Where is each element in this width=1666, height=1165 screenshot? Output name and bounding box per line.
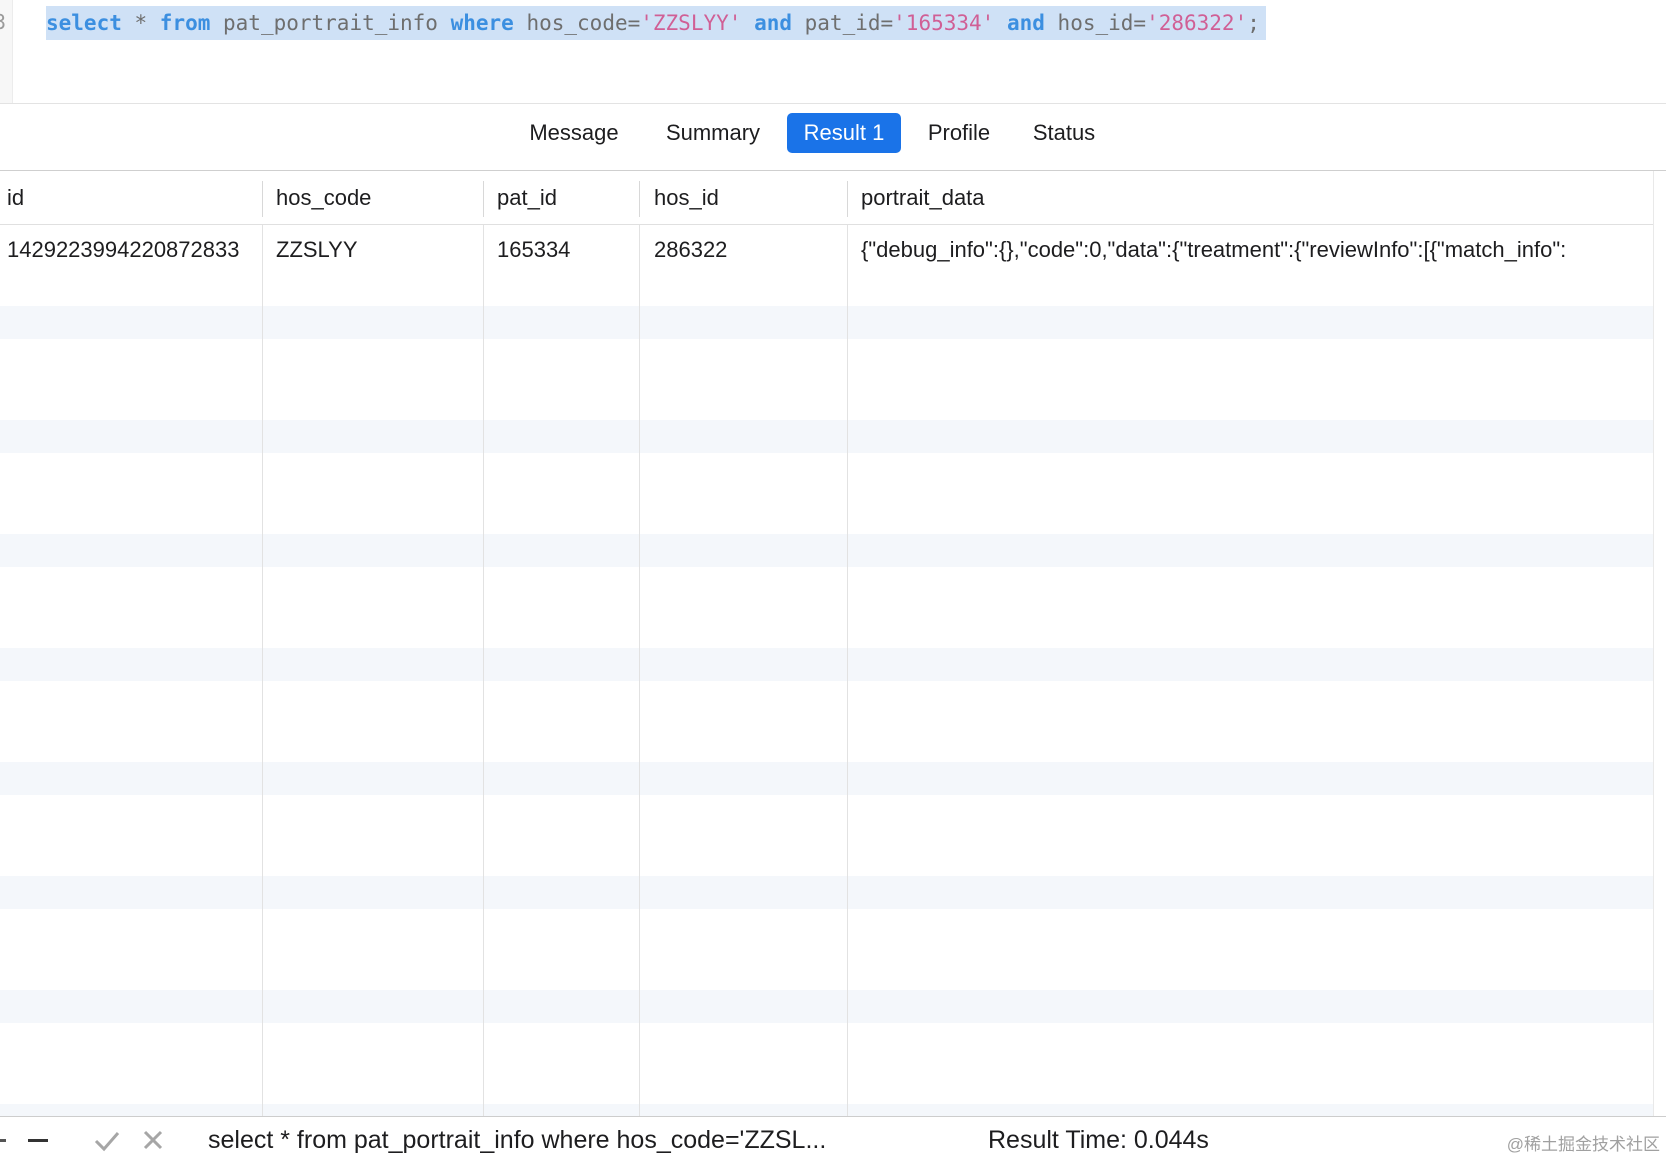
sql-keyword: select bbox=[46, 11, 122, 35]
grid-stripe bbox=[0, 876, 1660, 909]
dash-icon[interactable] bbox=[0, 1123, 8, 1157]
tab-message[interactable]: Message bbox=[518, 113, 630, 153]
grid-stripe bbox=[0, 648, 1660, 681]
column-header-portrait-data[interactable]: portrait_data bbox=[861, 171, 1651, 224]
tab-result-1[interactable]: Result 1 bbox=[787, 113, 901, 153]
grid-stripe bbox=[0, 420, 1660, 453]
result-grid: id hos_code pat_id hos_id portrait_data … bbox=[0, 171, 1660, 1116]
header-divider[interactable] bbox=[483, 181, 484, 217]
sql-string-literal: '286322' bbox=[1146, 11, 1248, 35]
line-number: 3 bbox=[0, 10, 7, 34]
sql-keyword: and bbox=[754, 11, 792, 35]
status-bar: select * from pat_portrait_info where ho… bbox=[0, 1116, 1666, 1163]
sql-token: pat_id= bbox=[792, 11, 894, 35]
column-header-pat-id[interactable]: pat_id bbox=[497, 171, 632, 224]
header-divider[interactable] bbox=[639, 181, 640, 217]
column-header-hos-id[interactable]: hos_id bbox=[654, 171, 839, 224]
result-tabs: Message Summary Result 1 Profile Status bbox=[0, 104, 1666, 171]
cell-hos-code[interactable]: ZZSLYY bbox=[276, 226, 476, 274]
sql-token: * bbox=[121, 11, 160, 35]
result-time: Result Time: 0.044s bbox=[988, 1126, 1209, 1154]
sql-keyword: from bbox=[159, 11, 211, 35]
minus-icon[interactable] bbox=[28, 1123, 50, 1157]
sql-string-literal: 'ZZSLYY' bbox=[640, 11, 742, 35]
watermark: @稀土掘金技术社区 bbox=[1506, 1135, 1660, 1154]
grid-stripe bbox=[0, 1104, 1660, 1116]
grid-stripe bbox=[0, 534, 1660, 567]
column-header-hos-code[interactable]: hos_code bbox=[276, 171, 476, 224]
tab-profile[interactable]: Profile bbox=[915, 113, 1003, 153]
status-query-text: select * from pat_portrait_info where ho… bbox=[208, 1126, 827, 1154]
sql-token: pat_portrait_info bbox=[210, 11, 451, 35]
table-row[interactable]: 1429223994220872833 ZZSLYY 165334 286322… bbox=[0, 226, 1660, 274]
sql-editor[interactable]: 3 select * from pat_portrait_info where … bbox=[0, 0, 1666, 104]
sql-token: ; bbox=[1247, 11, 1260, 35]
cell-hos-id[interactable]: 286322 bbox=[654, 226, 839, 274]
line-gutter: 3 bbox=[0, 0, 13, 103]
tab-summary[interactable]: Summary bbox=[652, 113, 774, 153]
sql-keyword: and bbox=[1006, 11, 1045, 35]
cell-portrait-data[interactable]: {"debug_info":{},"code":0,"data":{"treat… bbox=[861, 226, 1660, 274]
column-header-id[interactable]: id bbox=[7, 171, 257, 224]
sql-token: hos_code= bbox=[513, 11, 641, 35]
checkmark-icon[interactable] bbox=[93, 1123, 121, 1157]
sql-token: hos_id= bbox=[1044, 11, 1147, 35]
sql-keyword: where bbox=[450, 11, 514, 35]
grid-stripe bbox=[0, 306, 1660, 339]
grid-stripe bbox=[0, 990, 1660, 1023]
column-divider[interactable] bbox=[639, 181, 640, 1116]
cell-id[interactable]: 1429223994220872833 bbox=[7, 226, 259, 274]
tab-status[interactable]: Status bbox=[1020, 113, 1108, 153]
header-divider[interactable] bbox=[262, 181, 263, 217]
header-divider[interactable] bbox=[847, 181, 848, 217]
grid-header-row: id hos_code pat_id hos_id portrait_data bbox=[0, 171, 1660, 225]
column-divider[interactable] bbox=[483, 181, 484, 1116]
cell-pat-id[interactable]: 165334 bbox=[497, 226, 632, 274]
column-divider[interactable] bbox=[847, 181, 848, 1116]
grid-scrollbar[interactable] bbox=[1653, 171, 1660, 1116]
grid-stripe bbox=[0, 762, 1660, 795]
close-icon[interactable] bbox=[141, 1123, 165, 1157]
sql-string-literal: '165334' bbox=[893, 11, 995, 35]
sql-query-line[interactable]: select * from pat_portrait_info where ho… bbox=[46, 6, 1266, 40]
column-divider[interactable] bbox=[262, 181, 263, 1116]
